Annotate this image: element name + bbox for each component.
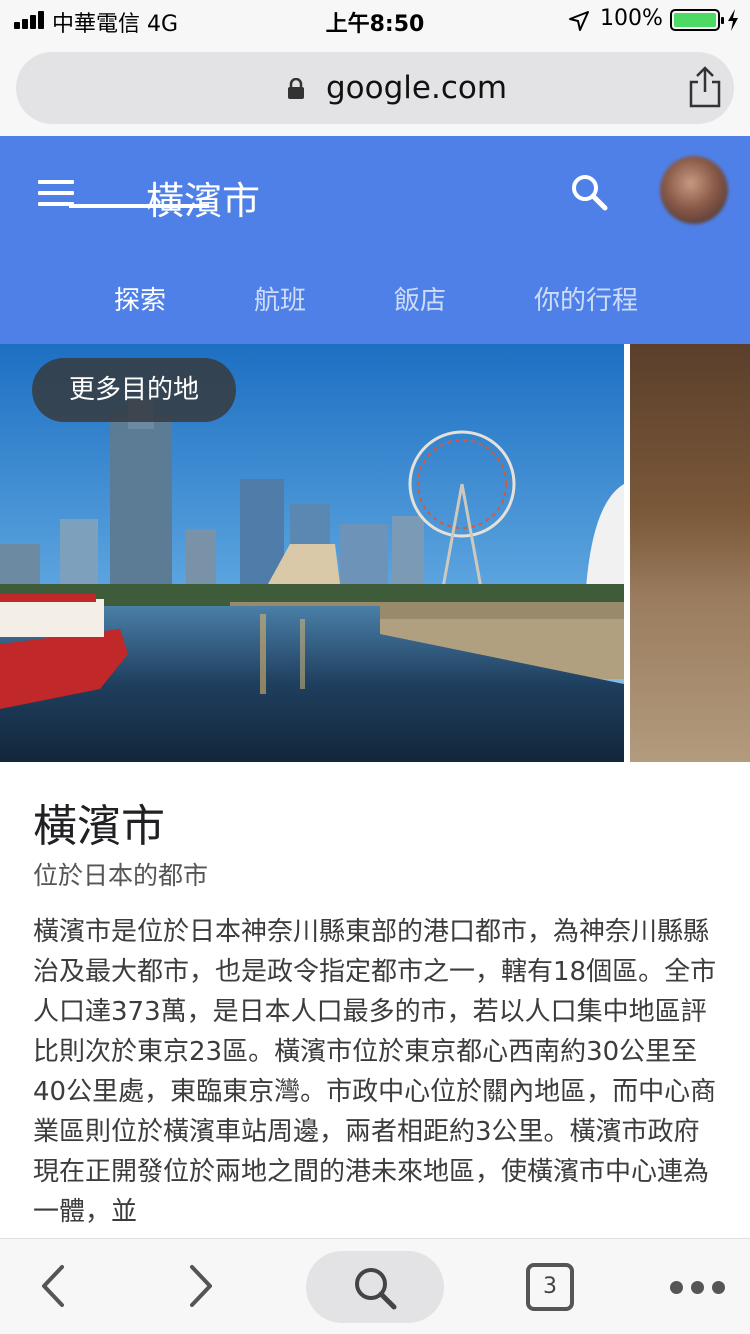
hotel-image[interactable]: [630, 344, 750, 762]
search-icon[interactable]: [569, 172, 609, 212]
tab-flights[interactable]: 航班: [254, 280, 306, 317]
more-icon[interactable]: [670, 1281, 726, 1295]
app-header: 橫濱市 探索 航班 飯店 你的行程: [0, 136, 750, 344]
search-button[interactable]: [306, 1251, 444, 1323]
browser-toolbar: google.com: [0, 40, 750, 136]
tab-explore[interactable]: 探索: [114, 280, 166, 317]
avatar[interactable]: [660, 156, 728, 224]
address-bar[interactable]: google.com: [16, 52, 734, 124]
search-icon: [355, 1268, 397, 1310]
tab-trips[interactable]: 你的行程: [534, 280, 638, 317]
lock-icon: [288, 78, 304, 99]
status-bar: 中華電信 4G 上午8:50 100%: [0, 0, 750, 40]
tab-hotels[interactable]: 飯店: [394, 280, 446, 317]
place-description: 橫濱市是位於日本神奈川縣東部的港口都市，為神奈川縣縣治及最大都市，也是政令指定都…: [33, 917, 717, 1227]
tab-bar: 探索 航班 飯店 你的行程: [0, 264, 750, 344]
menu-icon[interactable]: [38, 180, 74, 206]
url-text: google.com: [326, 70, 508, 106]
share-icon[interactable]: [686, 66, 724, 108]
place-title: 橫濱市: [33, 801, 165, 852]
charging-bolt-icon: [728, 9, 738, 31]
header-title: 橫濱市: [146, 179, 261, 223]
place-subtitle: 位於日本的都市: [33, 861, 209, 890]
more-destinations-button[interactable]: 更多目的地: [32, 358, 236, 422]
tabs-button[interactable]: 3: [526, 1263, 574, 1311]
active-tab-indicator: [69, 204, 209, 208]
browser-bottom-bar: 3: [0, 1238, 750, 1334]
back-icon[interactable]: [34, 1261, 74, 1311]
battery-icon: [670, 9, 724, 31]
forward-icon[interactable]: [180, 1261, 220, 1311]
battery-percent: 100%: [600, 6, 663, 31]
location-arrow-icon: [569, 11, 589, 31]
